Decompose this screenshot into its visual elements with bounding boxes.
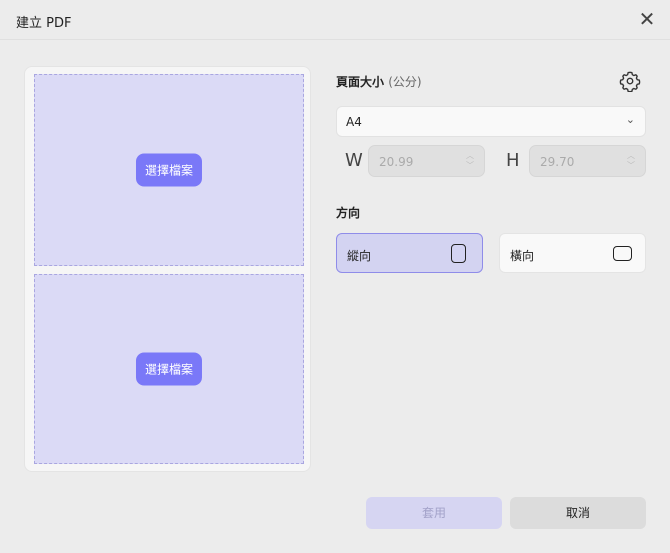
window-title: 建立 PDF: [16, 16, 72, 31]
portrait-page-icon: [451, 244, 466, 263]
height-input[interactable]: 29.70 ︿ ﹀: [529, 145, 646, 177]
portrait-option[interactable]: 縱向: [336, 233, 483, 273]
portrait-label: 縱向: [347, 249, 372, 263]
select-file-button-2[interactable]: 選擇檔案: [135, 352, 203, 386]
width-value: 20.99: [379, 155, 414, 169]
landscape-page-icon: [613, 246, 632, 261]
page-size-unit: (公分): [388, 75, 422, 89]
page-size-value: A4: [346, 115, 362, 129]
page-size-label: 頁面大小 (公分): [336, 73, 422, 90]
chevron-down-icon: ⌄: [625, 113, 635, 126]
apply-button[interactable]: 套用: [366, 497, 502, 529]
orientation-label: 方向: [336, 206, 361, 220]
landscape-option[interactable]: 橫向: [499, 233, 646, 273]
select-file-button-1[interactable]: 選擇檔案: [135, 153, 203, 187]
spinner-icon[interactable]: ︿ ﹀: [627, 151, 635, 171]
file-slot-1[interactable]: 選擇檔案: [34, 74, 304, 266]
landscape-label: 橫向: [510, 249, 535, 263]
page-size-title: 頁面大小: [336, 75, 385, 89]
gear-icon[interactable]: [619, 70, 641, 92]
preview-panel: 選擇檔案 選擇檔案: [24, 66, 311, 472]
page-size-select[interactable]: A4 ⌄: [336, 106, 646, 137]
width-input[interactable]: 20.99 ︿ ﹀: [368, 145, 485, 177]
width-label: W: [345, 150, 363, 171]
height-value: 29.70: [540, 155, 575, 169]
spinner-icon[interactable]: ︿ ﹀: [466, 151, 474, 171]
height-label: H: [506, 150, 520, 171]
file-slot-2[interactable]: 選擇檔案: [34, 274, 304, 464]
cancel-button[interactable]: 取消: [510, 497, 646, 529]
close-icon[interactable]: ✕: [636, 8, 658, 30]
title-bar: 建立 PDF ✕: [0, 0, 670, 40]
